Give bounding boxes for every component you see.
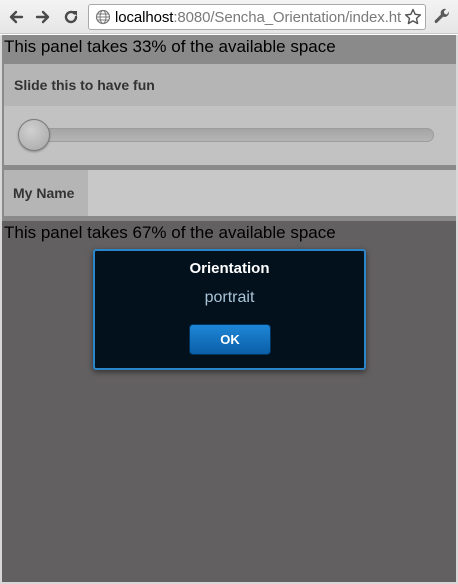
top-panel: This panel takes 33% of the available sp… — [2, 35, 456, 221]
reload-icon[interactable] — [59, 5, 83, 29]
back-icon[interactable] — [4, 5, 28, 29]
slider-label: Slide this to have fun — [4, 64, 456, 106]
wrench-icon[interactable] — [430, 5, 454, 29]
slider-fieldset: Slide this to have fun — [4, 64, 456, 165]
browser-toolbar: localhost:8080/Sencha_Orientation/index.… — [0, 0, 458, 34]
address-bar[interactable]: localhost:8080/Sencha_Orientation/index.… — [88, 4, 426, 30]
slider-thumb[interactable] — [18, 119, 50, 151]
globe-icon — [95, 9, 111, 25]
slider-track[interactable] — [20, 128, 434, 142]
bottom-panel-title: This panel takes 67% of the available sp… — [4, 223, 336, 242]
url-text: localhost:8080/Sencha_Orientation/index.… — [115, 9, 401, 26]
name-fieldset: My Name — [4, 170, 456, 216]
name-input[interactable] — [89, 170, 456, 216]
name-label: My Name — [4, 170, 88, 216]
orientation-dialog: Orientation portrait OK — [93, 249, 366, 370]
ok-button[interactable]: OK — [189, 324, 271, 355]
forward-icon[interactable] — [31, 5, 55, 29]
dialog-message: portrait — [204, 289, 255, 306]
url-host: localhost — [115, 8, 174, 26]
dialog-title: Orientation — [189, 260, 270, 277]
url-path: :8080/Sencha_Orientation/index.ht — [173, 8, 402, 26]
top-panel-title: This panel takes 33% of the available sp… — [4, 37, 336, 56]
bookmark-star-icon[interactable] — [403, 7, 423, 27]
